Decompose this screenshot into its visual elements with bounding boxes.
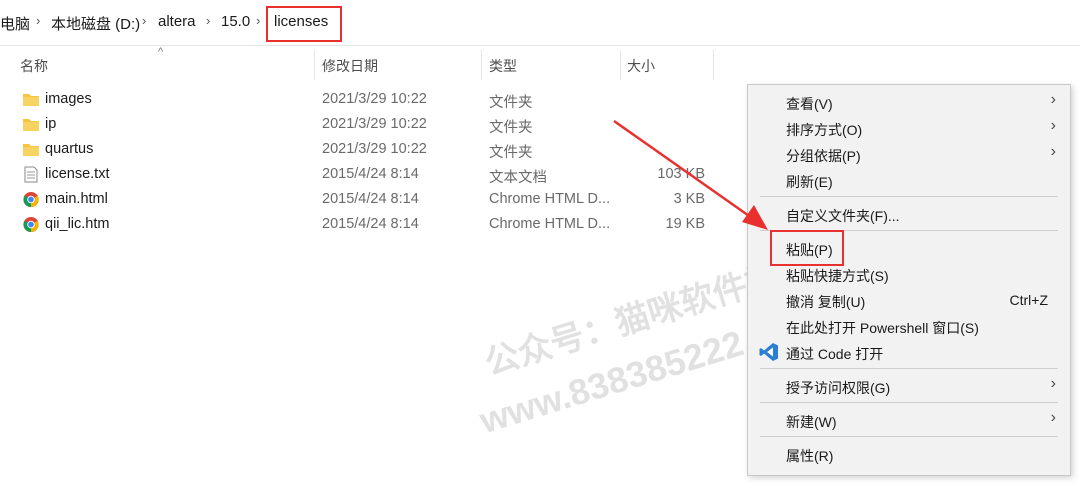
column-header-size[interactable]: 大小 xyxy=(627,56,655,76)
file-type: 文本文档 xyxy=(489,170,547,186)
breadcrumb-separator[interactable]: › xyxy=(256,13,260,28)
menu-item-customize-folder[interactable]: 自定义文件夹(F)... xyxy=(786,206,900,226)
menu-item-view[interactable]: 查看(V) xyxy=(786,94,833,114)
breadcrumb-separator[interactable]: › xyxy=(142,13,146,28)
breadcrumb-computer[interactable]: 电脑 xyxy=(0,13,30,34)
file-name: license.txt xyxy=(45,166,110,182)
menu-item-properties[interactable]: 属性(R) xyxy=(786,446,833,466)
context-menu: 查看(V) › 排序方式(O) › 分组依据(P) › 刷新(E) 自定义文件夹… xyxy=(747,84,1071,476)
file-name: images xyxy=(45,91,92,107)
file-date: 2021/3/29 10:22 xyxy=(322,91,427,107)
breadcrumb-altera[interactable]: altera xyxy=(158,13,196,30)
file-size: 19 KB xyxy=(665,216,706,232)
breadcrumb-separator[interactable]: › xyxy=(36,13,40,28)
submenu-arrow-icon: › xyxy=(1050,375,1056,392)
text-file-icon xyxy=(24,166,38,183)
breadcrumb-separator[interactable]: › xyxy=(206,13,210,28)
menu-separator xyxy=(760,402,1058,403)
vscode-icon xyxy=(759,343,778,361)
submenu-arrow-icon: › xyxy=(1050,91,1056,108)
file-type: Chrome HTML D... xyxy=(489,216,611,232)
file-date: 2021/3/29 10:22 xyxy=(322,141,427,157)
breadcrumb-version[interactable]: 15.0 xyxy=(221,13,250,30)
menu-item-paste-shortcut[interactable]: 粘贴快捷方式(S) xyxy=(786,266,889,286)
menu-separator xyxy=(760,368,1058,369)
submenu-arrow-icon: › xyxy=(1050,143,1056,160)
file-type: 文件夹 xyxy=(489,95,533,111)
menu-item-group-by[interactable]: 分组依据(P) xyxy=(786,146,861,166)
file-row-quartus[interactable]: quartus 2021/3/29 10:22 文件夹 xyxy=(0,137,740,162)
column-divider[interactable] xyxy=(481,50,482,80)
column-divider[interactable] xyxy=(314,50,315,80)
file-size: 103 KB xyxy=(657,166,705,182)
file-type: Chrome HTML D... xyxy=(489,191,611,207)
file-row-main-html[interactable]: main.html 2015/4/24 8:14 Chrome HTML D..… xyxy=(0,187,740,212)
file-date: 2015/4/24 8:14 xyxy=(322,216,419,232)
file-type: 文件夹 xyxy=(489,145,533,161)
file-type: 文件夹 xyxy=(489,120,533,136)
file-name: quartus xyxy=(45,141,94,157)
menu-item-open-with-code[interactable]: 通过 Code 打开 xyxy=(786,344,883,364)
folder-icon xyxy=(23,94,39,106)
file-name: ip xyxy=(45,116,57,132)
menu-separator xyxy=(760,436,1058,437)
highlight-box-licenses xyxy=(266,6,342,42)
file-date: 2021/3/29 10:22 xyxy=(322,116,427,132)
column-header-name[interactable]: 名称 xyxy=(20,56,48,76)
menu-item-refresh[interactable]: 刷新(E) xyxy=(786,172,833,192)
menu-item-sort-by[interactable]: 排序方式(O) xyxy=(786,120,862,140)
chrome-icon xyxy=(23,191,39,208)
column-divider[interactable] xyxy=(713,50,714,80)
menu-separator xyxy=(760,196,1058,197)
file-row-qii-lic-htm[interactable]: qii_lic.htm 2015/4/24 8:14 Chrome HTML D… xyxy=(0,212,740,237)
menu-item-open-powershell[interactable]: 在此处打开 Powershell 窗口(S) xyxy=(786,318,979,338)
file-row-ip[interactable]: ip 2021/3/29 10:22 文件夹 xyxy=(0,112,740,137)
folder-icon xyxy=(23,119,39,131)
folder-icon xyxy=(23,144,39,156)
file-row-images[interactable]: images 2021/3/29 10:22 文件夹 xyxy=(0,87,740,112)
file-date: 2015/4/24 8:14 xyxy=(322,166,419,182)
address-bar[interactable]: 电脑 › 本地磁盘 (D:) › altera › 15.0 › license… xyxy=(0,0,1080,46)
submenu-arrow-icon: › xyxy=(1050,117,1056,134)
file-row-license-txt[interactable]: license.txt 2015/4/24 8:14 文本文档 103 KB xyxy=(0,162,740,187)
chrome-icon xyxy=(23,216,39,233)
column-header-date[interactable]: 修改日期 xyxy=(322,56,378,76)
submenu-arrow-icon: › xyxy=(1050,409,1056,426)
menu-item-give-access[interactable]: 授予访问权限(G) xyxy=(786,378,890,398)
menu-item-new[interactable]: 新建(W) xyxy=(786,412,837,432)
sort-ascending-icon: ^ xyxy=(158,46,164,58)
file-date: 2015/4/24 8:14 xyxy=(322,191,419,207)
undo-shortcut-label: Ctrl+Z xyxy=(1009,292,1049,308)
column-divider[interactable] xyxy=(620,50,621,80)
menu-item-undo-copy[interactable]: 撤消 复制(U) xyxy=(786,292,865,312)
column-header-type[interactable]: 类型 xyxy=(489,56,517,76)
highlight-box-paste xyxy=(770,230,844,266)
file-size: 3 KB xyxy=(673,191,705,207)
breadcrumb-drive-d[interactable]: 本地磁盘 (D:) xyxy=(51,13,140,34)
file-name: main.html xyxy=(45,191,108,207)
file-name: qii_lic.htm xyxy=(45,216,110,232)
